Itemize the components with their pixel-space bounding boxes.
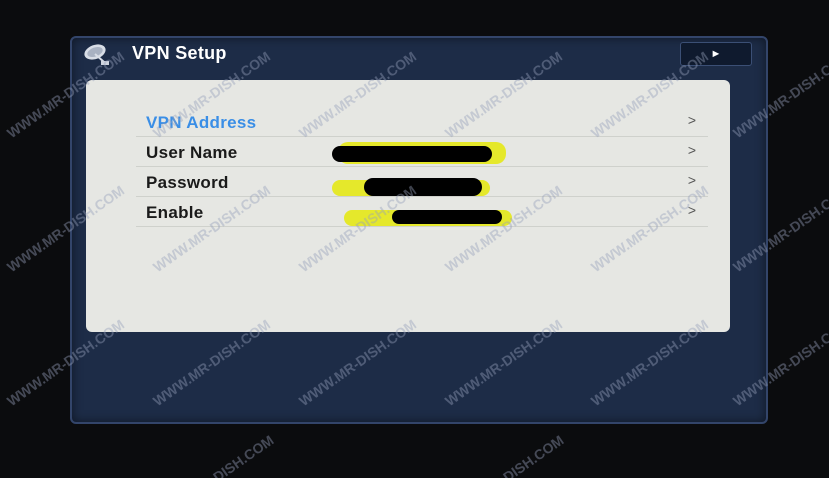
menu-item-vpn-address[interactable]: VPN Address > bbox=[136, 107, 708, 137]
redaction-mark bbox=[392, 210, 502, 224]
menu-item-label: User Name bbox=[146, 143, 238, 162]
chevron-right-icon: > bbox=[687, 142, 696, 158]
watermark-partial: DISH.COM bbox=[210, 431, 277, 478]
redaction-mark bbox=[332, 146, 492, 162]
menu-item-label: Enable bbox=[146, 203, 204, 222]
menu-item-label: Password bbox=[146, 173, 229, 192]
vpn-setup-window: VPN Setup ► VPN Address > User Name > Pa… bbox=[70, 36, 768, 424]
chevron-right-icon: > bbox=[687, 172, 696, 188]
chevron-right-icon: > bbox=[687, 202, 696, 218]
watermark-partial: DISH.COM bbox=[500, 431, 567, 478]
settings-panel: VPN Address > User Name > Password > Ena… bbox=[86, 80, 730, 332]
window-title: VPN Setup bbox=[132, 43, 227, 63]
satellite-dish-icon bbox=[84, 44, 109, 65]
title-bar: VPN Setup ► bbox=[72, 38, 766, 74]
menu-item-label: VPN Address bbox=[146, 113, 257, 132]
tv-screen: VPN Setup ► VPN Address > User Name > Pa… bbox=[0, 0, 829, 478]
chevron-right-icon: > bbox=[687, 112, 696, 128]
play-button[interactable]: ► bbox=[680, 42, 752, 66]
vpn-menu-list: VPN Address > User Name > Password > Ena… bbox=[136, 107, 708, 227]
redaction-mark bbox=[364, 178, 482, 196]
